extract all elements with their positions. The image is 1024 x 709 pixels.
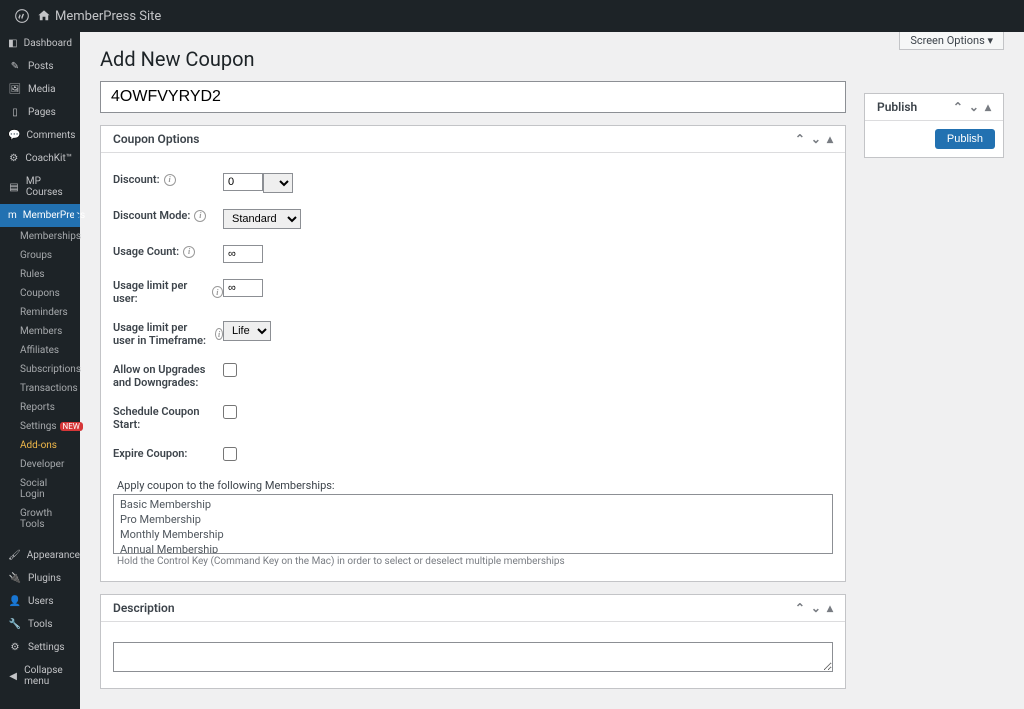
page-icon: ▯ bbox=[8, 107, 22, 118]
sidebar-sub-rules[interactable]: Rules bbox=[0, 265, 80, 284]
memberships-select[interactable]: Basic Membership Pro Membership Monthly … bbox=[113, 494, 833, 554]
sidebar-item-posts[interactable]: ✎Posts bbox=[0, 55, 80, 78]
admin-sidebar: ◧Dashboard ✎Posts 🖼Media ▯Pages 💬Comment… bbox=[0, 32, 80, 709]
dashboard-icon: ◧ bbox=[8, 38, 18, 49]
membership-option[interactable]: Basic Membership bbox=[116, 497, 830, 512]
sidebar-sub-addons[interactable]: Add-ons bbox=[0, 436, 80, 455]
sidebar-sub-developer[interactable]: Developer bbox=[0, 455, 80, 474]
pin-icon: ✎ bbox=[8, 61, 22, 72]
chevron-down-icon[interactable]: ⌄ bbox=[811, 132, 821, 146]
sidebar-sub-coupons[interactable]: Coupons bbox=[0, 284, 80, 303]
discount-mode-select[interactable]: Standard bbox=[223, 209, 301, 229]
sidebar-sub-transactions[interactable]: Transactions bbox=[0, 379, 80, 398]
sidebar-item-memberpress[interactable]: mMemberPress bbox=[0, 204, 80, 227]
chevron-down-icon[interactable]: ⌄ bbox=[811, 601, 821, 615]
info-icon[interactable]: i bbox=[212, 286, 223, 298]
sidebar-item-pages[interactable]: ▯Pages bbox=[0, 101, 80, 124]
memberships-label: Apply coupon to the following Membership… bbox=[113, 479, 833, 494]
toggle-icon[interactable]: ▴ bbox=[985, 100, 991, 114]
chevron-up-icon[interactable]: ⌃ bbox=[795, 132, 805, 146]
sidebar-sub-groups[interactable]: Groups bbox=[0, 246, 80, 265]
sidebar-item-dashboard[interactable]: ◧Dashboard bbox=[0, 32, 80, 55]
description-title: Description bbox=[113, 601, 175, 615]
membership-option[interactable]: Pro Membership bbox=[116, 512, 830, 527]
sidebar-sub-reports[interactable]: Reports bbox=[0, 398, 80, 417]
admin-topbar: MemberPress Site bbox=[0, 0, 1024, 32]
comment-icon: 💬 bbox=[8, 130, 20, 141]
publish-button[interactable]: Publish bbox=[935, 129, 995, 149]
toggle-icon[interactable]: ▴ bbox=[827, 132, 833, 146]
user-icon: 👤 bbox=[8, 596, 22, 607]
discount-unit-select[interactable]: % bbox=[263, 173, 293, 193]
screen-options-tab[interactable]: Screen Options ▾ bbox=[899, 32, 1004, 50]
plugin-icon: 🔌 bbox=[8, 573, 22, 584]
brush-icon: 🖌 bbox=[8, 550, 21, 561]
sidebar-item-coachkit[interactable]: ⚙CoachKit™ bbox=[0, 147, 80, 170]
sidebar-item-users[interactable]: 👤Users bbox=[0, 590, 80, 613]
allow-upgrades-checkbox[interactable] bbox=[223, 363, 237, 377]
main-content: Screen Options ▾ Add New Coupon Coupon O… bbox=[80, 32, 1024, 709]
sidebar-sub-memberships[interactable]: Memberships bbox=[0, 227, 80, 246]
sidebar-item-comments[interactable]: 💬Comments bbox=[0, 124, 80, 147]
sidebar-sub-affiliates[interactable]: Affiliates bbox=[0, 341, 80, 360]
sidebar-item-mpcourses[interactable]: ▤MP Courses bbox=[0, 170, 80, 204]
home-icon[interactable] bbox=[37, 9, 51, 23]
description-box: Description ⌃ ⌄ ▴ bbox=[100, 594, 846, 689]
info-icon[interactable]: i bbox=[164, 174, 176, 186]
sidebar-sub-members[interactable]: Members bbox=[0, 322, 80, 341]
memberpress-icon: m bbox=[8, 210, 17, 221]
usage-limit-input[interactable] bbox=[223, 279, 263, 297]
sidebar-item-media[interactable]: 🖼Media bbox=[0, 78, 80, 101]
coupon-code-input[interactable] bbox=[100, 81, 846, 113]
sidebar-sub-reminders[interactable]: Reminders bbox=[0, 303, 80, 322]
info-icon[interactable]: i bbox=[215, 328, 223, 340]
memberships-hint: Hold the Control Key (Command Key on the… bbox=[113, 554, 833, 569]
media-icon: 🖼 bbox=[8, 84, 22, 95]
sidebar-sub-sociallogin[interactable]: Social Login bbox=[0, 474, 80, 504]
sidebar-item-settings[interactable]: ⚙Settings bbox=[0, 636, 80, 659]
coupon-options-title: Coupon Options bbox=[113, 132, 199, 146]
page-title: Add New Coupon bbox=[100, 32, 1004, 81]
membership-option[interactable]: Annual Membership bbox=[116, 542, 830, 554]
info-icon[interactable]: i bbox=[183, 246, 195, 258]
gear-icon: ⚙ bbox=[8, 642, 22, 653]
coupon-options-box: Coupon Options ⌃ ⌄ ▴ Discount:i % bbox=[100, 125, 846, 582]
schedule-start-checkbox[interactable] bbox=[223, 405, 237, 419]
sidebar-item-tools[interactable]: 🔧Tools bbox=[0, 613, 80, 636]
sidebar-item-plugins[interactable]: 🔌Plugins bbox=[0, 567, 80, 590]
timeframe-select[interactable]: Lifetime bbox=[223, 321, 271, 341]
publish-title: Publish bbox=[877, 100, 917, 114]
discount-input[interactable] bbox=[223, 173, 263, 191]
sidebar-sub-settings[interactable]: SettingsNEW bbox=[0, 417, 80, 436]
expire-checkbox[interactable] bbox=[223, 447, 237, 461]
collapse-menu[interactable]: ◀Collapse menu bbox=[0, 659, 80, 693]
publish-box: Publish ⌃ ⌄ ▴ Publish bbox=[864, 93, 1004, 158]
chevron-down-icon[interactable]: ⌄ bbox=[969, 100, 979, 114]
sidebar-item-appearance[interactable]: 🖌Appearance bbox=[0, 544, 80, 567]
collapse-icon: ◀ bbox=[8, 671, 18, 682]
usage-count-input[interactable] bbox=[223, 245, 263, 263]
wordpress-icon[interactable] bbox=[15, 9, 29, 23]
description-textarea[interactable] bbox=[113, 642, 833, 672]
tool-icon: 🔧 bbox=[8, 619, 22, 630]
courses-icon: ▤ bbox=[8, 182, 20, 193]
chevron-up-icon[interactable]: ⌃ bbox=[953, 100, 963, 114]
membership-option[interactable]: Monthly Membership bbox=[116, 527, 830, 542]
coach-icon: ⚙ bbox=[8, 153, 19, 164]
info-icon[interactable]: i bbox=[194, 210, 206, 222]
site-name[interactable]: MemberPress Site bbox=[55, 9, 161, 24]
chevron-up-icon[interactable]: ⌃ bbox=[795, 601, 805, 615]
toggle-icon[interactable]: ▴ bbox=[827, 601, 833, 615]
sidebar-sub-subscriptions[interactable]: Subscriptions bbox=[0, 360, 80, 379]
